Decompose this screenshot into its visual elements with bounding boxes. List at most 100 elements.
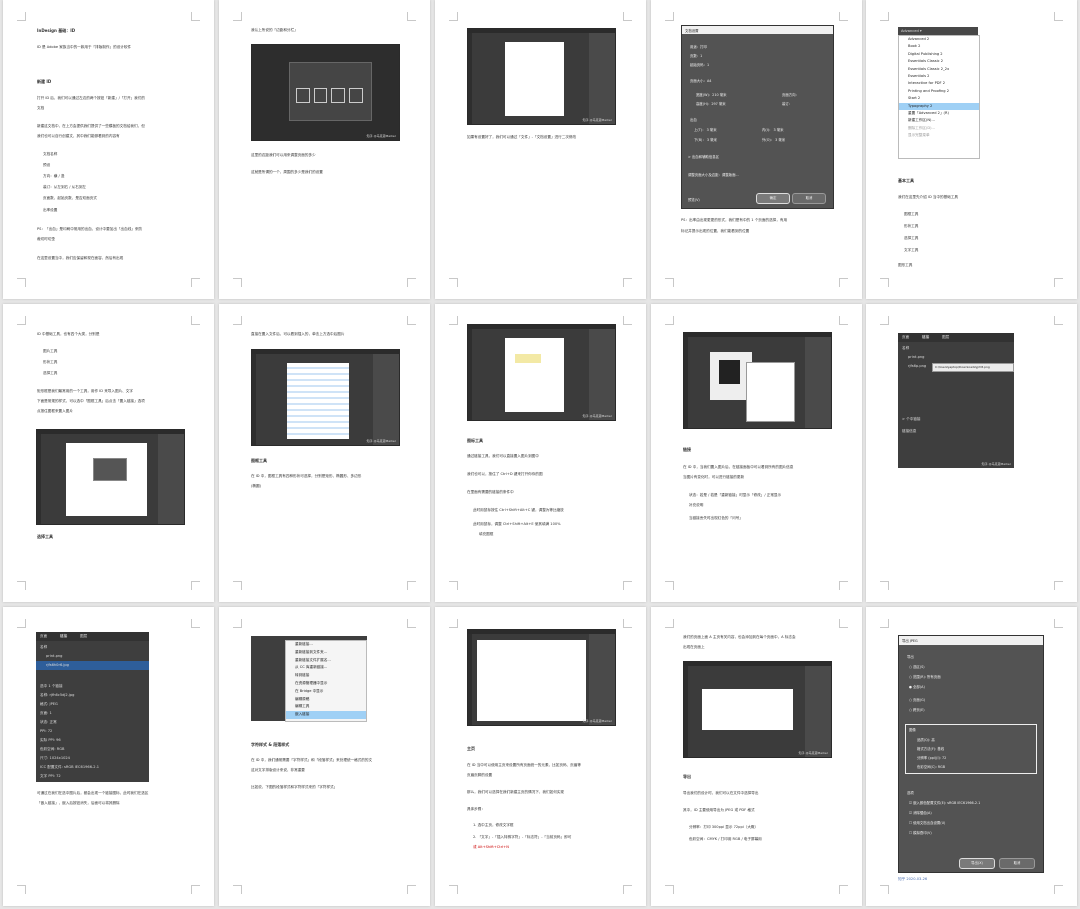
format-select[interactable]: 格式方法(F): 基线 (917, 746, 944, 751)
crop-mark (191, 619, 200, 628)
list-item: 或 Alt+Shift+Ctrl+N (473, 845, 509, 849)
workspace-switcher[interactable]: Advanced ▾ (898, 27, 978, 35)
checkbox-row[interactable]: ☐ 使用文档出血设置(U) (909, 820, 945, 825)
crop-mark (839, 12, 848, 21)
document-page-14: 我们的页面上面 A 主页有关内容，也会添加到在每个页面中，A 标志会 出现在页面… (651, 607, 862, 906)
paragraph: 在里面有需要的链接的条件中 (467, 490, 514, 494)
checkbox-row[interactable]: ☑ 嵌入颜色配置文件(E): sRGB IEC61966-2.1 (909, 800, 980, 805)
crop-mark (665, 12, 674, 21)
menu-item[interactable]: 转到链接 (286, 672, 366, 680)
paragraph: (椭圆) (251, 484, 261, 488)
dialog-row[interactable]: > 出血和辅助信息区 (688, 154, 719, 159)
menu-item[interactable]: Essentials 2 (899, 73, 979, 80)
list-item: 图框工具 (904, 212, 919, 216)
menu-item-embed[interactable]: 嵌入链接 (286, 711, 366, 719)
paragraph: PS：「出血」是印刷中常用的出血，设计中要加出「出血线」来防 (37, 227, 143, 231)
resolution-select[interactable]: 分辨率 (ppi)(I): 72 (917, 755, 946, 760)
checkbox-row[interactable]: ☐ 模拟叠印(V) (909, 830, 932, 835)
paragraph: 图形工具 (898, 263, 913, 267)
tab-pages[interactable]: 页面 (902, 335, 909, 340)
dialog-row[interactable]: ● 全部(A) (909, 684, 925, 689)
dialog-row[interactable]: ○ 范围(R): 所有页面 (909, 674, 941, 679)
menu-item[interactable]: 删除工作区(D)... (899, 125, 979, 132)
link-info-header: 链接信息 (902, 429, 917, 433)
workspace-menu: Advanced 2 Book 2 Digital Publishing 2 E… (898, 35, 980, 159)
paragraph: 这里的边距我们可以用来调整页面的多少 (251, 153, 316, 157)
dialog-row: 外(O)： 3 毫米 (762, 138, 786, 142)
crop-mark (191, 278, 200, 287)
crop-mark (449, 581, 458, 590)
tab-pages[interactable]: 页面 (40, 634, 47, 639)
crop-mark (839, 278, 848, 287)
dialog-title: 导出 JPEG (902, 639, 918, 643)
link-info-row: 选中 1 个链接 (40, 684, 63, 688)
menu-item[interactable]: Essentials Classic 2 (899, 58, 979, 65)
list-item: 形状工具 (904, 224, 919, 228)
tab-layers[interactable]: 图层 (80, 634, 87, 639)
menu-item[interactable]: 显示完整菜单 (899, 132, 979, 139)
crop-mark (623, 581, 632, 590)
menu-item[interactable]: Interactive for PDF 2 (899, 80, 979, 87)
menu-item-selected[interactable]: Typography 2 (899, 102, 979, 111)
dialog-row[interactable]: ○ 跨页(E) (909, 707, 925, 712)
crop-mark (880, 581, 889, 590)
menu-item[interactable]: 编辑原稿 (286, 696, 366, 704)
tab-links[interactable]: 链接 (922, 335, 929, 340)
watermark: 知乎 @马克思Marker (582, 118, 612, 122)
list-item: 2. 「文字」-「插入特殊字符」-「标志符」-「当前页码」即可 (473, 835, 572, 839)
preview-checkbox[interactable]: 预览(V) (688, 197, 700, 202)
screenshot-image (36, 429, 185, 525)
cancel-button[interactable]: 取消 (792, 193, 826, 204)
link-row[interactable]: rjfs6p.png (908, 364, 926, 368)
dialog-row: 装订： (782, 102, 793, 106)
crop-mark (665, 885, 674, 894)
menu-item[interactable]: 在资源管理器中显示 (286, 680, 366, 688)
menu-item[interactable]: Advanced 2 (899, 36, 979, 43)
crop-mark (449, 885, 458, 894)
color-space-select[interactable]: 色彩空间(C): RGB (917, 764, 945, 769)
crop-mark (449, 619, 458, 628)
paragraph: 在 ID 当中可以使用主页来设置所有页面统一的元素，比如页码、页眉等 (467, 763, 581, 767)
watermark: 知乎 @马克思Marker (798, 751, 828, 755)
export-button[interactable]: 导出(X) (959, 858, 995, 869)
menu-item[interactable]: 从 CC 库重新链接... (286, 664, 366, 672)
menu-item[interactable]: Digital Publishing 2 (899, 51, 979, 58)
menu-item[interactable]: 重置「Advanced 2」(R) (899, 110, 979, 117)
quality-select[interactable]: 品质(Q): 高 (917, 737, 935, 742)
menu-item[interactable]: Printing and Proofing 2 (899, 88, 979, 95)
section-heading: 基本工具 (898, 178, 914, 183)
paragraph: 导出我们的设计时，我们可以在文件中选择导出 (683, 791, 759, 795)
tab-layers[interactable]: 图层 (942, 335, 949, 340)
paragraph: 在 ID 中，我们通常需要「字符样式」和「段落样式」来处理统一格式的的文 (251, 758, 373, 762)
menu-item[interactable]: Book 2 (899, 43, 979, 50)
cancel-button[interactable]: 取消 (999, 858, 1035, 869)
link-row-selected[interactable]: rjfs6h0r6.jpg (46, 663, 69, 667)
checkbox-row[interactable]: ☑ 消除锯齿(A) (909, 810, 932, 815)
document-page-9: 链接 在 ID 中，当我们置入图片后，在链接面板中可以看到所有的图片信息 当图片… (651, 304, 862, 602)
document-page-11: 页面 链接 图层 名称 print.png rjfs6h0r6.jpg 选中 1… (3, 607, 214, 906)
crop-mark (233, 278, 242, 287)
menu-item[interactable]: 重新链接... (286, 641, 366, 649)
column-header-name: 名称 (40, 645, 48, 649)
paragraph: 如果有设置好了，我们可以通过「文件」-「文档设置」进行二次修改 (467, 135, 577, 139)
crop-mark (191, 581, 200, 590)
menu-item[interactable]: 重新链接到文件夹... (286, 649, 366, 657)
dialog-row[interactable]: ○ 选区(S) (909, 664, 925, 669)
list-item: 方向：横 / 竖 (43, 174, 65, 178)
ok-button[interactable]: 确定 (756, 193, 790, 204)
list-item: 文字工具 (904, 248, 919, 252)
document-page-12: 重新链接... 重新链接到文件夹... 重新链接文件扩展名... 从 CC 库重… (219, 607, 430, 906)
menu-item[interactable]: Essentials Classic 2_2x (899, 66, 979, 73)
menu-item[interactable]: Start 2 (899, 95, 979, 102)
menu-item[interactable]: 在 Bridge 中显示 (286, 688, 366, 696)
menu-item[interactable]: 编辑工具 (286, 703, 366, 711)
menu-item[interactable]: 重新链接文件扩展名... (286, 657, 366, 665)
tab-links[interactable]: 链接 (60, 634, 67, 639)
crop-mark (233, 12, 242, 21)
link-row[interactable]: print.png (46, 654, 62, 658)
dialog-row[interactable]: ○ 页面(G) (909, 697, 925, 702)
list-item: 预设 (43, 163, 51, 167)
crop-mark (449, 12, 458, 21)
link-row[interactable]: print.png (908, 355, 924, 359)
menu-item[interactable]: 新建工作区(N)... (899, 117, 979, 124)
